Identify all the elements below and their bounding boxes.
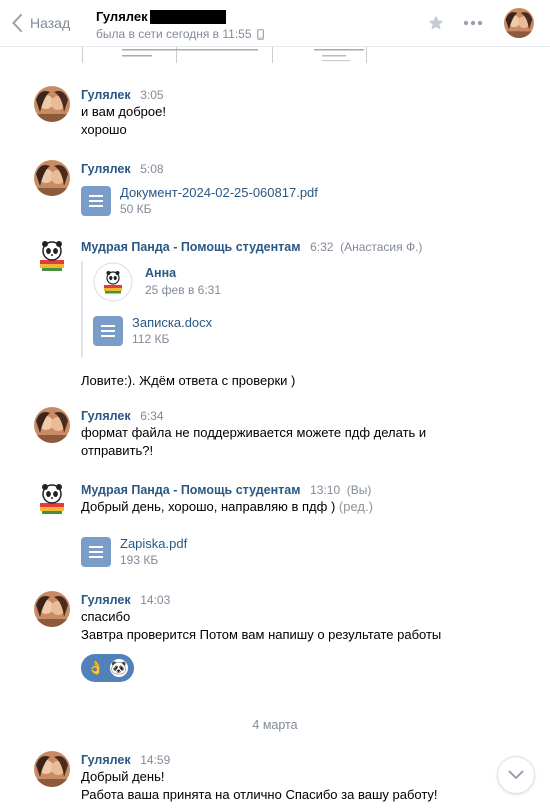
panda-reaction-icon: 🐼 — [110, 659, 128, 677]
avatar[interactable] — [34, 481, 70, 517]
document-attachment[interactable]: Zapiska.pdf 193 КБ — [81, 534, 521, 570]
avatar[interactable] — [34, 407, 70, 443]
peer-avatar[interactable] — [504, 8, 534, 38]
message-text-line: Ловите:). Ждём ответа с проверки ) — [81, 373, 296, 388]
avatar[interactable] — [34, 238, 70, 274]
document-name[interactable]: Zapiska.pdf — [120, 536, 187, 552]
forwarded-avatar[interactable] — [93, 262, 133, 302]
date-separator: 4 марта — [252, 718, 298, 732]
more-dots-icon[interactable] — [463, 20, 483, 26]
document-icon — [81, 186, 111, 216]
message-time[interactable]: 3:05 — [140, 88, 163, 102]
document-size: 50 КБ — [120, 202, 152, 216]
document-attachment[interactable]: Записка.docx 112 КБ — [93, 313, 521, 349]
message-text-line: Работа ваша принята на отлично Спасибо з… — [81, 787, 438, 802]
peer-name[interactable]: Гулялек — [96, 9, 226, 24]
message-text-line: спасибо — [81, 609, 131, 624]
ok-hand-reaction-icon: 👌 — [87, 660, 105, 675]
avatar[interactable] — [34, 160, 70, 196]
message-time[interactable]: 13:10 — [310, 483, 340, 497]
forwarded-date[interactable]: 25 фев в 6:31 — [145, 282, 221, 299]
message-author[interactable]: Мудрая Панда - Помощь студентам — [81, 483, 300, 497]
chat-header: Назад Гулялек была в сети сегодня в 11:5… — [0, 0, 550, 47]
message-time[interactable]: 6:34 — [140, 409, 163, 423]
redacted-surname — [149, 9, 226, 24]
document-name[interactable]: Документ-2024-02-25-060817.pdf — [120, 185, 318, 201]
document-name[interactable]: Записка.docx — [132, 315, 212, 331]
message-author[interactable]: Гулялек — [81, 88, 131, 102]
mobile-phone-icon — [256, 28, 264, 40]
forwarded-author[interactable]: Анна — [145, 265, 221, 282]
message-text-line: Добрый день! — [81, 769, 165, 784]
scroll-down-button[interactable] — [497, 756, 535, 794]
message-text-line: и вам доброе! — [81, 104, 166, 119]
message-author[interactable]: Гулялек — [81, 593, 131, 607]
peer-status: была в сети сегодня в 11:55 — [96, 27, 264, 41]
back-label: Назад — [30, 15, 71, 31]
message-author[interactable]: Мудрая Панда - Помощь студентам — [81, 240, 300, 254]
document-size: 112 КБ — [132, 332, 170, 346]
message-sender-note: (Анастасия Ф.) — [340, 240, 423, 254]
message-time[interactable]: 14:03 — [140, 593, 170, 607]
forwarded-message: Анна 25 фев в 6:31 Записка.docx 112 КБ — [81, 261, 521, 357]
avatar[interactable] — [34, 86, 70, 122]
star-icon[interactable] — [427, 14, 445, 32]
message-text-line: формат файла не поддерживается можете пд… — [81, 425, 427, 440]
avatar[interactable] — [34, 751, 70, 787]
avatar[interactable] — [34, 591, 70, 627]
message-time[interactable]: 14:59 — [140, 753, 170, 767]
reactions-button[interactable]: 👌 🐼 — [81, 654, 134, 682]
document-attachment[interactable]: Документ-2024-02-25-060817.pdf 50 КБ — [81, 183, 521, 219]
message-text-line: хорошо — [81, 122, 127, 137]
message-sender-note: (Вы) — [346, 483, 372, 497]
chevron-down-icon — [508, 770, 524, 780]
message-author[interactable]: Гулялек — [81, 162, 131, 176]
message-author[interactable]: Гулялек — [81, 753, 131, 767]
back-button[interactable]: Назад — [12, 14, 70, 32]
message-text-line: отправить?! — [81, 443, 154, 458]
message-text-line: Завтра проверится Потом вам напишу о рез… — [81, 627, 442, 642]
message-time[interactable]: 5:08 — [140, 162, 163, 176]
document-icon — [93, 316, 123, 346]
document-preview-strip — [82, 47, 372, 63]
message-author[interactable]: Гулялек — [81, 409, 131, 423]
document-size: 193 КБ — [120, 553, 159, 567]
message-text: Добрый день, хорошо, направляю в пдф ) — [81, 499, 336, 514]
document-icon — [81, 537, 111, 567]
message-time[interactable]: 6:32 — [310, 240, 333, 254]
edited-label[interactable]: (ред.) — [339, 499, 373, 514]
chevron-left-icon — [12, 14, 22, 32]
